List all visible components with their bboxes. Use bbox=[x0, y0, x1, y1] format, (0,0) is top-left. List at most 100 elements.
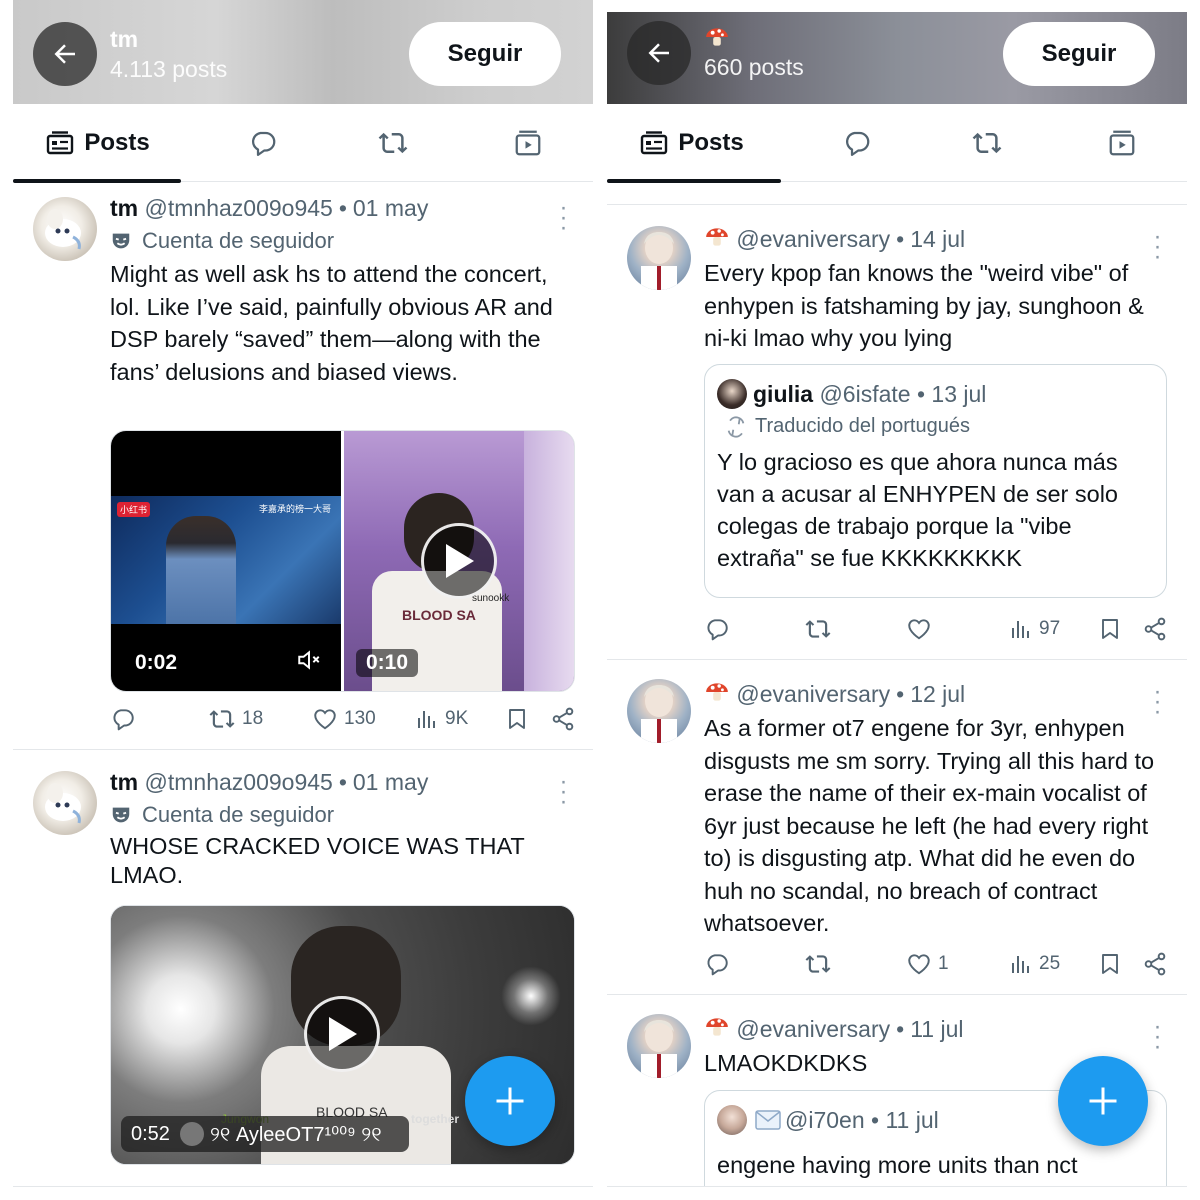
quote-meta: giulia @6isfate • 13 jul bbox=[717, 379, 1154, 409]
post-date[interactable]: 01 may bbox=[353, 195, 428, 221]
post-meta: @evaniversary • 14 jul bbox=[704, 224, 1167, 253]
repost-button[interactable] bbox=[804, 616, 832, 642]
quote-author-handle: @i70en bbox=[785, 1106, 865, 1133]
tab-reposts[interactable] bbox=[353, 104, 433, 182]
posts-count: 4.113 posts bbox=[110, 56, 228, 82]
repost-count: 18 bbox=[242, 708, 264, 729]
repost-icon bbox=[805, 955, 831, 973]
back-button[interactable] bbox=[33, 22, 97, 86]
post-meta: tm @tmnhaz009o945 • 01 may bbox=[110, 195, 429, 221]
tab-posts[interactable]: Posts bbox=[13, 104, 183, 183]
compose-button[interactable] bbox=[1058, 1056, 1148, 1146]
post-item[interactable]: tm @tmnhaz009o945 • 01 may Cuenta de segui… bbox=[13, 751, 593, 1200]
tab-replies[interactable] bbox=[223, 104, 303, 182]
tab-replies[interactable] bbox=[817, 104, 897, 182]
reply-button[interactable] bbox=[704, 951, 730, 977]
post-date[interactable]: 12 jul bbox=[910, 681, 965, 707]
post-date[interactable]: 11 jul bbox=[910, 1016, 963, 1042]
more-icon[interactable]: · · · bbox=[1145, 225, 1169, 269]
plus-icon bbox=[496, 1087, 524, 1115]
post-item[interactable]: @evaniversary • 12 jul As a former ot7 eng… bbox=[607, 661, 1187, 995]
back-arrow-icon bbox=[54, 44, 75, 64]
avatar[interactable] bbox=[33, 771, 97, 835]
profile-header: tm 4.113 posts Seguir bbox=[13, 0, 593, 104]
post-item[interactable]: tm @tmnhaz009o945 • 01 may Cuenta de segui… bbox=[13, 183, 593, 750]
author-handle[interactable]: @tmnhaz009o945 bbox=[145, 769, 333, 795]
reply-icon bbox=[251, 131, 276, 156]
repost-button[interactable] bbox=[804, 951, 832, 977]
post-item[interactable]: @evaniversary • 11 jul LMAOKDKDKS · · · @i70… bbox=[607, 996, 1187, 1200]
tab-posts-label: Posts bbox=[84, 129, 150, 156]
views-button[interactable]: 25 bbox=[1009, 951, 1060, 977]
quote-date: 11 jul bbox=[885, 1106, 939, 1133]
tab-media[interactable] bbox=[1082, 104, 1162, 182]
like-button[interactable]: 130 bbox=[312, 706, 376, 732]
mute-icon[interactable] bbox=[295, 647, 323, 673]
tab-reposts[interactable] bbox=[947, 104, 1027, 182]
avatar[interactable] bbox=[627, 1014, 691, 1078]
share-icon bbox=[1144, 952, 1166, 976]
bookmark-button[interactable] bbox=[1098, 616, 1122, 642]
like-icon bbox=[908, 619, 930, 640]
video-overlay-text-2: together bbox=[411, 1112, 459, 1126]
bookmark-button[interactable] bbox=[1098, 951, 1122, 977]
author-handle[interactable]: @evaniversary bbox=[736, 226, 890, 252]
bookmark-button[interactable] bbox=[505, 706, 529, 732]
mushroom-icon bbox=[706, 1018, 728, 1036]
translation-label[interactable]: Traducido del portugués bbox=[717, 415, 1154, 438]
more-icon[interactable]: · · · bbox=[1145, 1015, 1169, 1059]
author-name[interactable]: tm bbox=[110, 769, 138, 795]
share-button[interactable] bbox=[1142, 616, 1168, 642]
play-button[interactable] bbox=[304, 996, 380, 1072]
compose-button[interactable] bbox=[465, 1056, 555, 1146]
video-thumbnail[interactable]: 小红书 李嘉承的榜一大哥 0:02 bbox=[111, 431, 341, 691]
like-button[interactable]: 1 bbox=[906, 951, 949, 977]
video-thumbnail[interactable]: BLOOD SA sunookk 0:10 bbox=[344, 431, 574, 691]
avatar[interactable] bbox=[627, 226, 691, 290]
post-date[interactable]: 14 jul bbox=[910, 226, 965, 252]
author-handle[interactable]: @tmnhaz009o945 bbox=[145, 195, 333, 221]
back-button[interactable] bbox=[627, 21, 691, 85]
views-button[interactable]: 9K bbox=[415, 706, 468, 732]
reply-button[interactable] bbox=[704, 616, 730, 642]
play-button[interactable] bbox=[421, 523, 497, 599]
share-button[interactable] bbox=[1142, 951, 1168, 977]
reply-button[interactable] bbox=[110, 706, 136, 732]
more-icon[interactable]: · · · bbox=[1145, 680, 1169, 724]
more-icon[interactable]: · · · bbox=[551, 196, 575, 240]
subscriber-badge: Cuenta de seguidor bbox=[110, 802, 573, 828]
tab-media[interactable] bbox=[488, 104, 568, 182]
mushroom-icon bbox=[706, 228, 728, 246]
post-item[interactable]: @evaniversary • 14 jul Every kpop fan know… bbox=[607, 206, 1187, 660]
author-handle[interactable]: @evaniversary bbox=[736, 681, 890, 707]
more-icon[interactable]: · · · bbox=[551, 770, 575, 814]
quoted-post[interactable]: giulia @6isfate • 13 jul Traducido del p… bbox=[704, 364, 1167, 598]
posts-count: 660 posts bbox=[704, 54, 804, 80]
follow-button[interactable]: Seguir bbox=[409, 22, 561, 86]
reply-icon bbox=[113, 709, 134, 731]
share-button[interactable] bbox=[550, 706, 576, 732]
quote-author-handle: @6isfate bbox=[819, 380, 911, 407]
viewer-name: ୨୧ AyleeOT7¹⁰⁰⁹ ୨୧ bbox=[209, 1123, 382, 1146]
previous-post-fragment bbox=[607, 183, 1187, 205]
tab-posts-label: Posts bbox=[678, 129, 744, 156]
avatar[interactable] bbox=[627, 679, 691, 743]
posts-tab-icon bbox=[641, 131, 668, 155]
repost-button[interactable]: 18 bbox=[208, 706, 263, 732]
quote-avatar bbox=[717, 1105, 747, 1135]
author-name[interactable]: tm bbox=[110, 195, 138, 221]
quote-text: engene having more units than nct bbox=[717, 1152, 1078, 1178]
tab-posts[interactable]: Posts bbox=[607, 104, 781, 183]
follow-button[interactable]: Seguir bbox=[1003, 22, 1155, 86]
media-grid: 小红书 李嘉承的榜一大哥 0:02 BLOOD SA sunookk 0:10 bbox=[110, 430, 575, 692]
mail-icon bbox=[755, 1110, 781, 1130]
like-button[interactable] bbox=[906, 616, 932, 642]
author-handle[interactable]: @evaniversary bbox=[736, 1016, 890, 1042]
post-date[interactable]: 01 may bbox=[353, 769, 428, 795]
like-count: 130 bbox=[344, 708, 376, 729]
view-count: 97 bbox=[1039, 618, 1061, 639]
views-button[interactable]: 97 bbox=[1009, 616, 1060, 642]
avatar[interactable] bbox=[33, 197, 97, 261]
reply-icon bbox=[845, 131, 870, 156]
post-text: WHOSE CRACKED VOICE WAS THAT LMAO. bbox=[110, 833, 525, 888]
